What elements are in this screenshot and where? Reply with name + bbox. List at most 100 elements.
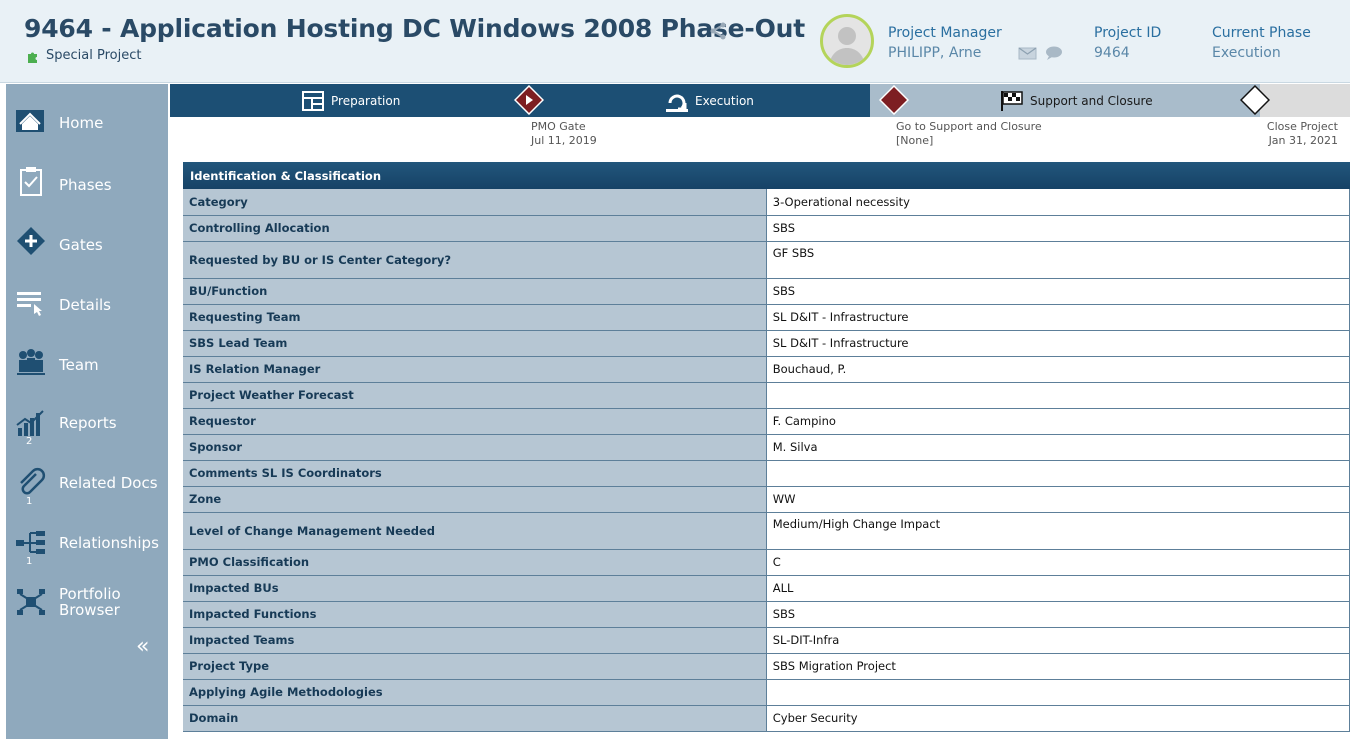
table-row: Requesting Team SL D&IT - Infrastructure: [183, 304, 1350, 331]
home-icon: [16, 110, 44, 132]
sidebar-item-portfolio-browser[interactable]: Portfolio Browser: [6, 578, 168, 630]
sidebar-item-relationships[interactable]: Relationships 1: [6, 518, 168, 570]
table-row: Sponsor M. Silva: [183, 434, 1350, 461]
row-value: Medium/High Change Impact: [766, 512, 1350, 550]
row-key: Zone: [183, 486, 767, 513]
sidebar-item-details[interactable]: Details: [6, 276, 168, 328]
gate-pmo: PMO Gate Jul 11, 2019: [531, 120, 597, 148]
checkered-flag-icon: [1001, 90, 1023, 111]
sidebar-item-related-docs[interactable]: Related Docs 1: [6, 458, 168, 510]
table-row: PMO Classification C: [183, 549, 1350, 576]
gate-name: PMO Gate: [531, 120, 586, 133]
chart-icon: [16, 410, 44, 436]
sidebar-item-label: Details: [59, 296, 112, 314]
table-row: Impacted BUs ALL: [183, 575, 1350, 602]
share-icon[interactable]: [708, 21, 728, 41]
details-icon: [17, 292, 42, 316]
row-key: Requesting Team: [183, 304, 767, 331]
phase-bar: Preparation Execution Support and Closur…: [170, 84, 1350, 117]
sidebar-item-gates[interactable]: Gates: [6, 216, 168, 268]
row-value: SBS: [766, 601, 1350, 628]
gate-diamond-support[interactable]: [879, 85, 909, 115]
sidebar-item-label: Home: [59, 114, 104, 132]
sidebar-item-phases[interactable]: Phases: [6, 156, 168, 208]
sidebar-item-label: Phases: [59, 176, 112, 194]
table-row: Level of Change Management Needed Medium/…: [183, 512, 1350, 550]
paperclip-icon: [20, 467, 46, 495]
row-key: Impacted Functions: [183, 601, 767, 628]
row-key: Domain: [183, 705, 767, 732]
gate-icon: [17, 227, 45, 255]
row-value: SBS: [766, 278, 1350, 305]
row-value: Cyber Security: [766, 705, 1350, 732]
gate-diamond-pmo[interactable]: [514, 85, 544, 115]
project-type: Special Project: [26, 48, 141, 63]
table-row: Project Weather Forecast: [183, 382, 1350, 409]
reports-count: 2: [26, 436, 33, 447]
collapse-sidebar-button[interactable]: «: [136, 636, 160, 660]
sidebar-item-team[interactable]: Team: [6, 336, 168, 388]
puzzle-icon: [28, 52, 37, 63]
row-key: Project Type: [183, 653, 767, 680]
gate-name: Go to Support and Closure: [896, 120, 1042, 133]
portfolio-icon: [17, 589, 45, 615]
layout-icon: [302, 90, 324, 111]
contact-icons: [1017, 45, 1065, 61]
row-key: Category: [183, 189, 767, 216]
table-row: Applying Agile Methodologies: [183, 679, 1350, 706]
team-icon: [17, 349, 45, 375]
table-row: Comments SL IS Coordinators: [183, 460, 1350, 487]
sidebar-item-label: Related Docs: [59, 474, 158, 492]
table-row: Domain Cyber Security: [183, 705, 1350, 732]
table-row: Controlling Allocation SBS: [183, 215, 1350, 242]
phase-label: Preparation: [331, 93, 401, 108]
project-header: 9464 - Application Hosting DC Windows 20…: [0, 0, 1350, 83]
row-value: 3-Operational necessity: [766, 189, 1350, 216]
row-value: SBS Migration Project: [766, 653, 1350, 680]
cycle-icon: [666, 94, 688, 112]
sidebar-item-label: Gates: [59, 236, 103, 254]
row-key: Comments SL IS Coordinators: [183, 460, 767, 487]
phase-preparation[interactable]: Preparation: [301, 84, 400, 117]
avatar[interactable]: [820, 14, 874, 68]
sidebar-item-reports[interactable]: Reports 2: [6, 398, 168, 450]
gate-name: Close Project: [1266, 120, 1338, 133]
chat-icon[interactable]: [1043, 45, 1065, 61]
row-key: Impacted Teams: [183, 627, 767, 654]
row-value: SL D&IT - Infrastructure: [766, 304, 1350, 331]
sidebar-item-label: Team: [59, 356, 99, 374]
row-key: Applying Agile Methodologies: [183, 679, 767, 706]
sidebar-item-home[interactable]: Home: [6, 94, 168, 146]
table-row: Impacted Teams SL-DIT-Infra: [183, 627, 1350, 654]
app-root: 9464 - Application Hosting DC Windows 20…: [0, 0, 1350, 739]
row-key: PMO Classification: [183, 549, 767, 576]
gate-diamond-close[interactable]: [1240, 85, 1270, 115]
table-row: SBS Lead Team SL D&IT - Infrastructure: [183, 330, 1350, 357]
sidebar-item-label: Portfolio Browser: [59, 585, 121, 619]
row-key: IS Relation Manager: [183, 356, 767, 383]
page-title: 9464 - Application Hosting DC Windows 20…: [24, 14, 806, 43]
email-icon[interactable]: [1017, 45, 1039, 61]
related-docs-count: 1: [26, 496, 33, 507]
table-row: Impacted Functions SBS: [183, 601, 1350, 628]
project-manager-value[interactable]: PHILIPP, Arne: [888, 45, 981, 61]
gate-close: Close Project Jan 31, 2021: [1267, 120, 1338, 148]
user-silhouette-icon: [829, 27, 865, 65]
phase-support-and-closure[interactable]: Support and Closure: [1000, 84, 1153, 117]
project-manager-label: Project Manager: [888, 25, 1002, 41]
phase-execution[interactable]: Execution: [665, 84, 754, 117]
row-key: Sponsor: [183, 434, 767, 461]
gate-date: [None]: [896, 134, 934, 147]
row-value: SBS: [766, 215, 1350, 242]
table-row: IS Relation Manager Bouchaud, P.: [183, 356, 1350, 383]
row-key: Impacted BUs: [183, 575, 767, 602]
table-header: Identification & Classification: [183, 162, 1350, 189]
row-value: ALL: [766, 575, 1350, 602]
row-key: Requestor: [183, 408, 767, 435]
row-value: WW: [766, 486, 1350, 513]
sidebar-item-label: Reports: [59, 414, 117, 432]
table-row: Requestor F. Campino: [183, 408, 1350, 435]
phase-label: Support and Closure: [1030, 93, 1153, 108]
classification-table: Identification & Classification Category…: [183, 162, 1350, 732]
gate-date: Jan 31, 2021: [1268, 134, 1338, 147]
